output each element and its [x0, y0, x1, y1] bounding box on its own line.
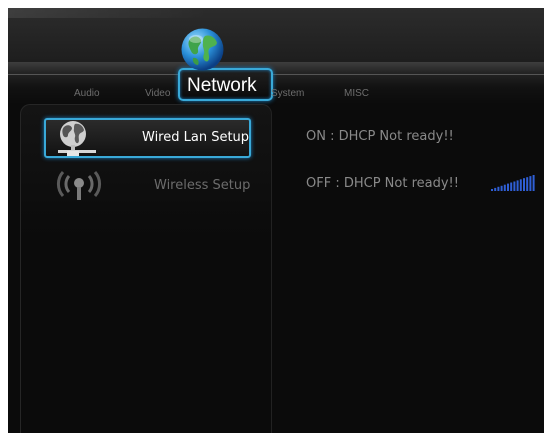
signal-bar	[507, 183, 509, 191]
signal-bar	[491, 189, 493, 191]
globe-icon	[181, 28, 224, 71]
tv-settings-screen: Audio Video Network System MISC Wired La…	[8, 8, 544, 433]
menu-item-wired-lan-setup[interactable]: Wired Lan Setup	[44, 118, 251, 158]
wired-network-globe-icon	[58, 121, 96, 156]
signal-bar	[494, 187, 497, 191]
signal-bar	[503, 184, 506, 191]
signal-bar	[529, 176, 532, 191]
tab-video[interactable]: Video	[145, 88, 170, 99]
tab-network[interactable]: Network	[178, 68, 273, 101]
tab-audio[interactable]: Audio	[74, 88, 100, 99]
tab-misc[interactable]: MISC	[344, 88, 369, 99]
wireless-status-text: OFF : DHCP Not ready!!	[306, 176, 459, 191]
signal-bar	[510, 182, 513, 191]
signal-bar	[526, 177, 529, 191]
wireless-setup-label: Wireless Setup	[154, 178, 251, 193]
wireless-signal-icon	[56, 171, 102, 200]
signal-bar	[532, 175, 535, 191]
tab-system[interactable]: System	[271, 88, 304, 99]
signal-bar	[516, 180, 519, 191]
signal-strength-bars-icon	[491, 175, 535, 191]
signal-bar	[500, 185, 503, 191]
signal-bar	[497, 186, 500, 191]
top-band	[8, 8, 544, 62]
signal-bar	[513, 181, 516, 191]
wired-status-text: ON : DHCP Not ready!!	[306, 129, 454, 144]
signal-bar	[519, 179, 522, 191]
wired-lan-setup-label: Wired Lan Setup	[142, 130, 250, 145]
menu-item-wireless-setup[interactable]: Wireless Setup	[44, 166, 251, 206]
signal-bar	[523, 178, 525, 191]
tab-network-label: Network	[187, 75, 257, 96]
